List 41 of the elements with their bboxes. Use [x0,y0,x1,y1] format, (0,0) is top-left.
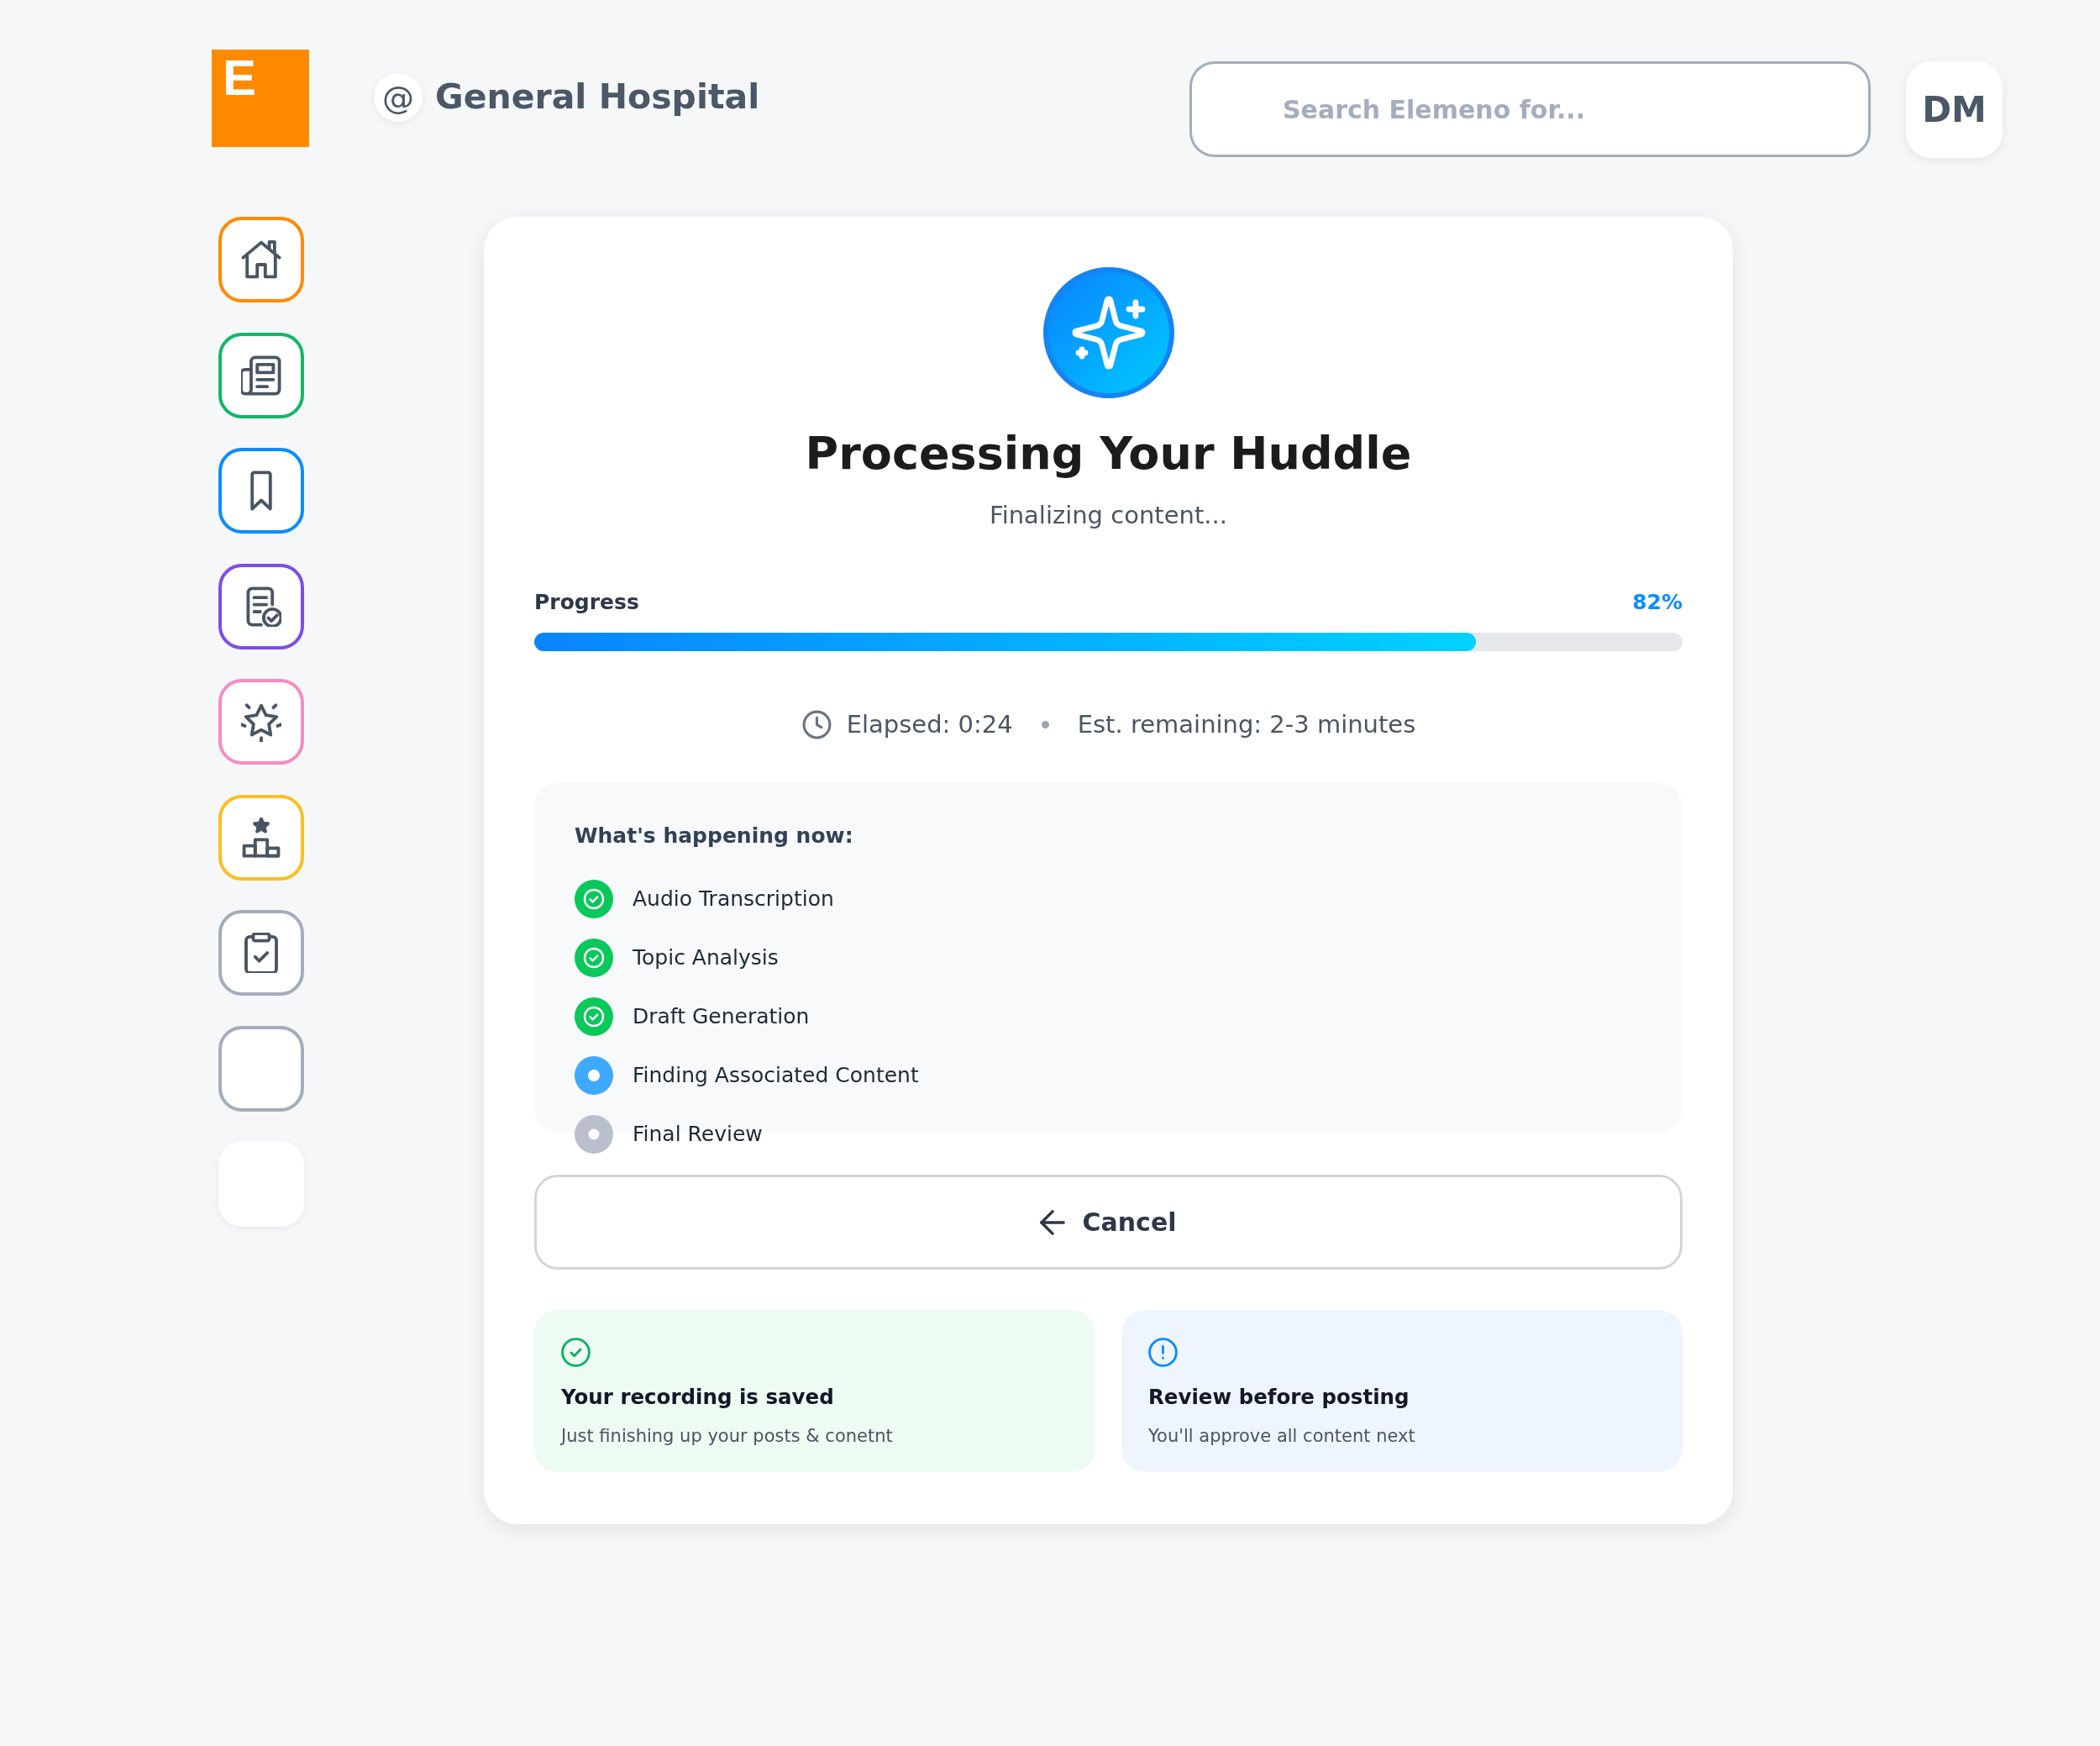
elapsed-time: Elapsed: 0:24 [846,709,1013,740]
step-label: Final Review [633,1121,763,1148]
alert-circle-icon [1148,1338,1178,1367]
workspace-symbol: @ [374,73,423,122]
notice-text: You'll approve all content next [1148,1425,1416,1448]
dot-circle-icon [575,1056,613,1095]
step-label: Audio Transcription [633,886,834,912]
star-icon [241,702,281,742]
remaining-time: Est. remaining: 2-3 minutes [1077,709,1416,740]
sidebar-button[interactable] [218,910,304,996]
user-avatar[interactable]: DM [1906,61,2003,158]
card-title: Processing Your Huddle [804,426,1413,481]
sidebar-button[interactable] [218,679,304,765]
step-label: Draft Generation [633,1003,810,1030]
sidebar-button[interactable] [218,217,304,302]
sidebar-button[interactable] [218,563,304,649]
check-circle-icon [561,1338,591,1367]
step-label: Topic Analysis [633,944,779,971]
home-icon [241,239,281,280]
sidebar-button[interactable] [218,448,304,534]
bullet-icon [1041,720,1049,728]
search-field[interactable]: Search Elemeno for... [1189,61,1871,157]
podium-icon [241,817,281,858]
check-circle-icon [575,939,613,977]
sparkles-icon [1042,267,1174,398]
sidebar-button[interactable] [218,332,304,418]
status-subtitle: Finalizing content... [989,499,1228,531]
check-circle-icon [575,880,613,918]
cancel-button[interactable]: Cancel [534,1175,1683,1270]
step-label: Finding Associated Content [633,1062,919,1089]
check-circle-icon [575,997,613,1036]
progress-label: Progress [534,589,639,616]
newspaper-icon [241,355,281,396]
progress-percent: 82% [1632,589,1683,616]
clock-icon [801,708,832,740]
steps-heading: What's happening now: [575,823,854,849]
notice-title: Review before posting [1148,1384,1410,1411]
notice-text: Just finishing up your posts & conetnt [561,1425,894,1448]
notice-title: Your recording is saved [561,1384,835,1411]
sidebar-button[interactable] [218,794,304,881]
workspace-name: General Hospital [435,76,760,118]
